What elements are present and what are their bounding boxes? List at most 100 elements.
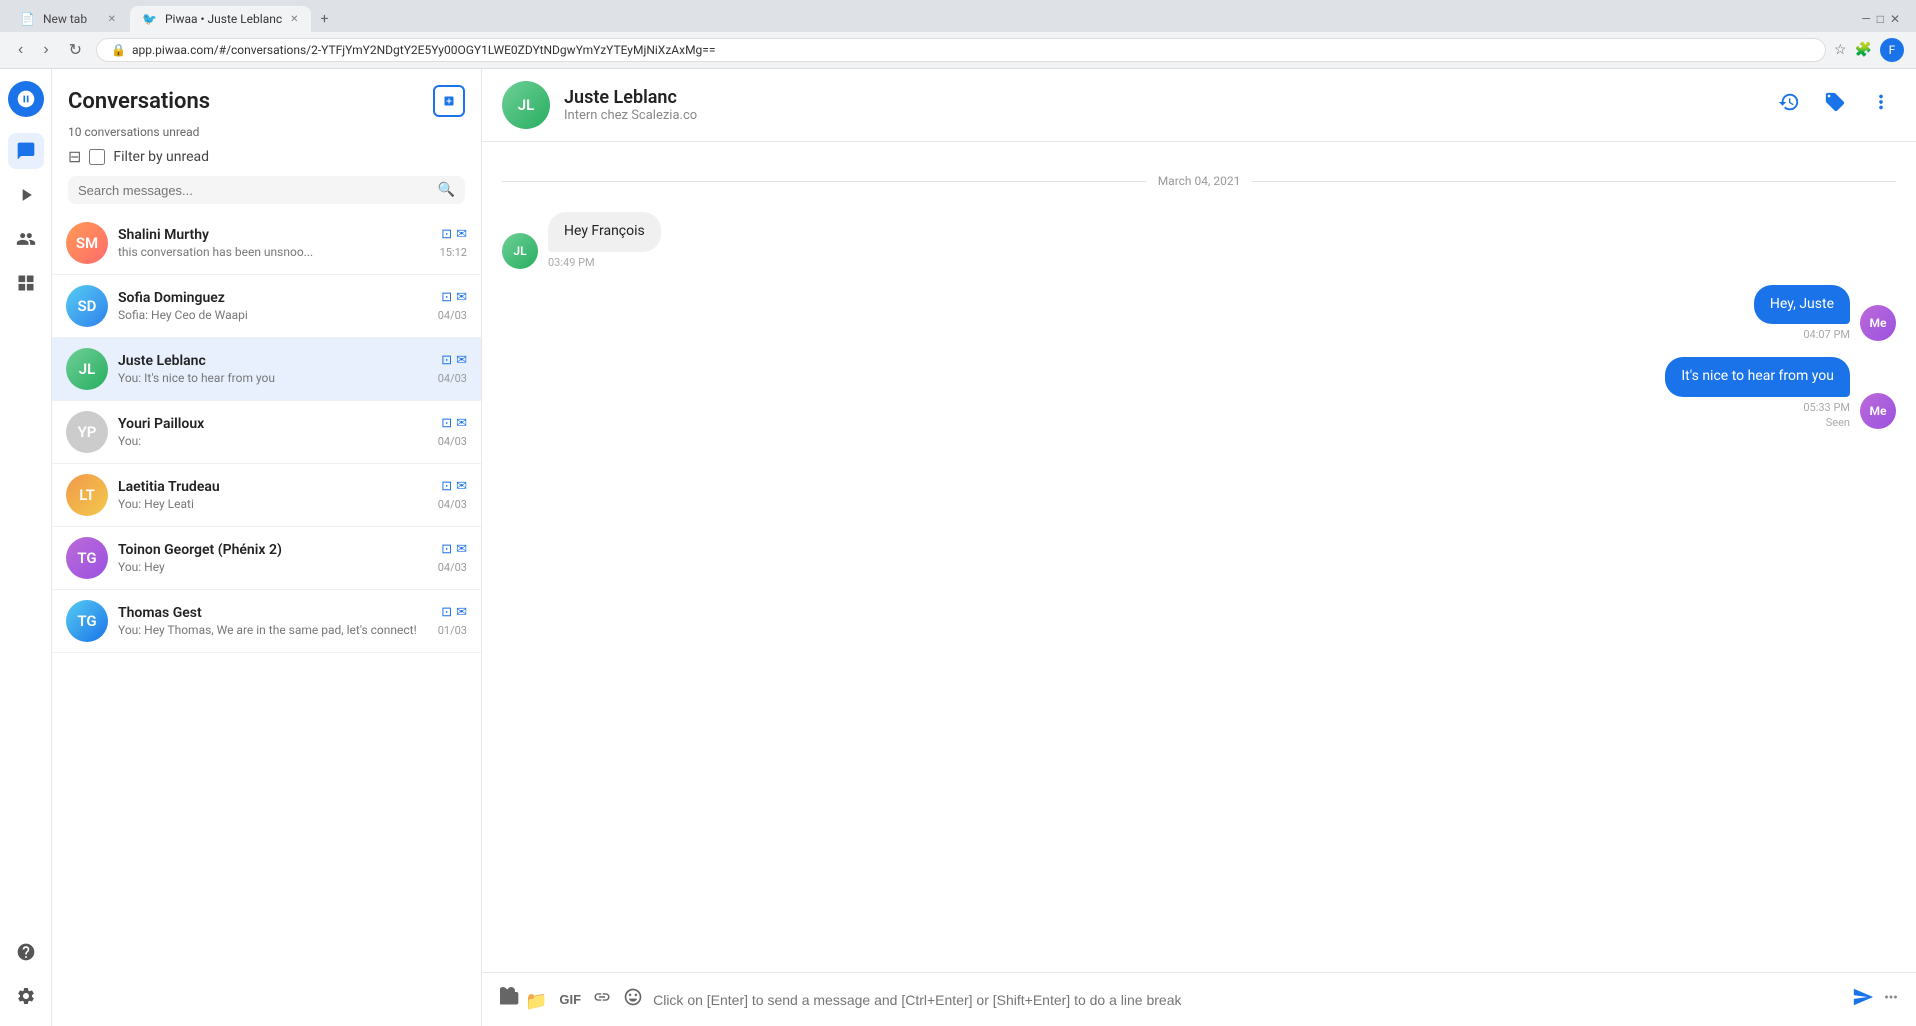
link-button[interactable] xyxy=(591,986,613,1013)
message-row: It's nice to hear from you 05:33 PM Seen… xyxy=(502,357,1896,429)
email-icon: ✉ xyxy=(456,353,467,368)
list-item[interactable]: YP Youri Pailloux You: ⊡ ✉ 04/03 xyxy=(52,401,481,464)
avatar: LT xyxy=(66,474,108,516)
extension-icon[interactable]: 🧩 xyxy=(1855,42,1872,58)
browser-chrome: 📄 New tab ✕ 🐦 Piwaa • Juste Leblanc ✕ + … xyxy=(0,0,1916,69)
conv-name: Youri Pailloux xyxy=(118,416,428,432)
message-input[interactable] xyxy=(653,992,1844,1008)
message-row: JL Hey François 03:49 PM xyxy=(502,212,1896,269)
attach-file-button[interactable]: 📁 xyxy=(498,985,549,1014)
email-icon: ✉ xyxy=(456,605,467,620)
app-logo[interactable] xyxy=(8,81,44,117)
tab-close-icon[interactable]: ✕ xyxy=(290,14,298,25)
archive-icon: ⊡ xyxy=(441,227,452,242)
conv-info: Thomas Gest You: Hey Thomas, We are in t… xyxy=(118,605,428,637)
forward-button[interactable]: › xyxy=(37,39,54,61)
url-bar[interactable]: 🔒 app.piwaa.com/#/conversations/2-YTFjYm… xyxy=(96,38,1826,62)
back-button[interactable]: ‹ xyxy=(12,39,29,61)
tab-piwaa[interactable]: 🐦 Piwaa • Juste Leblanc ✕ xyxy=(130,6,311,32)
conv-icons: ⊡ ✉ xyxy=(441,353,467,368)
conv-preview: You: Hey Leati xyxy=(118,497,428,511)
sidebar-item-chat[interactable] xyxy=(8,133,44,169)
filter-unread-label[interactable]: Filter by unread xyxy=(113,149,209,165)
conv-meta: ⊡ ✉ 04/03 xyxy=(438,353,467,385)
conv-time: 04/03 xyxy=(438,498,467,511)
more-options-button[interactable] xyxy=(1866,87,1896,123)
conv-time: 04/03 xyxy=(438,309,467,322)
history-button[interactable] xyxy=(1774,87,1804,123)
message-time: 04:07 PM xyxy=(1754,328,1850,341)
chat-messages: March 04, 2021 JL Hey François 03:49 PM … xyxy=(482,142,1916,972)
minimize-icon[interactable]: — xyxy=(1861,12,1870,26)
conv-icons: ⊡ ✉ xyxy=(441,542,467,557)
list-item[interactable]: TG Thomas Gest You: Hey Thomas, We are i… xyxy=(52,590,481,653)
list-item[interactable]: LT Laetitia Trudeau You: Hey Leati ⊡ ✉ 0… xyxy=(52,464,481,527)
avatar: TG xyxy=(66,537,108,579)
filter-icon[interactable]: ⊟ xyxy=(68,147,81,166)
list-item[interactable]: TG Toinon Georget (Phénix 2) You: Hey ⊡ … xyxy=(52,527,481,590)
unread-count: 10 conversations unread xyxy=(68,125,465,139)
conv-time: 04/03 xyxy=(438,372,467,385)
conv-icons: ⊡ ✉ xyxy=(441,416,467,431)
message-bubble-wrap: Hey, Juste 04:07 PM xyxy=(1754,285,1850,342)
conversation-list: SM Shalini Murthy this conversation has … xyxy=(52,212,481,1026)
tab-bar: 📄 New tab ✕ 🐦 Piwaa • Juste Leblanc ✕ + … xyxy=(0,0,1916,32)
refresh-button[interactable]: ↻ xyxy=(63,38,88,62)
conv-preview: Sofia: Hey Ceo de Waapi xyxy=(118,308,428,322)
tab-close-icon[interactable]: ✕ xyxy=(108,14,116,25)
emoji-button[interactable] xyxy=(621,985,645,1014)
conversations-title: Conversations xyxy=(68,89,210,114)
message-row: Hey, Juste 04:07 PM Me xyxy=(502,285,1896,342)
sidebar-item-people[interactable] xyxy=(8,221,44,257)
tab-new-tab[interactable]: 📄 New tab ✕ xyxy=(8,6,128,32)
search-icon[interactable]: 🔍 xyxy=(438,182,455,198)
chat-input-area: 📁 GIF xyxy=(482,972,1916,1026)
message-bubble-wrap: It's nice to hear from you 05:33 PM Seen xyxy=(1665,357,1850,429)
sidebar-item-play[interactable] xyxy=(8,177,44,213)
address-bar: ‹ › ↻ 🔒 app.piwaa.com/#/conversations/2-… xyxy=(0,32,1916,68)
conv-meta: ⊡ ✉ 04/03 xyxy=(438,290,467,322)
chat-contact-avatar: JL xyxy=(502,81,550,129)
input-more-button[interactable] xyxy=(1882,988,1900,1011)
conv-meta: ⊡ ✉ 04/03 xyxy=(438,479,467,511)
sidebar-item-grid[interactable] xyxy=(8,265,44,301)
profile-icon[interactable]: F xyxy=(1880,38,1904,62)
conv-meta: ⊡ ✉ 04/03 xyxy=(438,416,467,448)
message-time: 03:49 PM xyxy=(548,256,661,269)
close-icon[interactable]: ✕ xyxy=(1890,12,1900,26)
conversations-panel: Conversations 10 conversations unread ⊟ … xyxy=(52,69,482,1026)
new-tab-button[interactable]: + xyxy=(313,7,337,31)
list-item[interactable]: JL Juste Leblanc You: It's nice to hear … xyxy=(52,338,481,401)
sidebar-item-help[interactable] xyxy=(8,934,44,970)
conv-time: 04/03 xyxy=(438,435,467,448)
avatar: SD xyxy=(66,285,108,327)
tag-button[interactable] xyxy=(1820,87,1850,123)
conv-meta: ⊡ ✉ 04/03 xyxy=(438,542,467,574)
gif-button[interactable]: GIF xyxy=(557,990,583,1009)
send-button[interactable] xyxy=(1852,986,1874,1014)
conv-name: Laetitia Trudeau xyxy=(118,479,428,495)
sidebar-item-settings[interactable] xyxy=(8,978,44,1014)
icon-sidebar xyxy=(0,69,52,1026)
list-item[interactable]: SM Shalini Murthy this conversation has … xyxy=(52,212,481,275)
bookmark-icon[interactable]: ☆ xyxy=(1834,42,1847,58)
avatar: YP xyxy=(66,411,108,453)
list-item[interactable]: SD Sofia Dominguez Sofia: Hey Ceo de Waa… xyxy=(52,275,481,338)
message-bubble: Hey, Juste xyxy=(1754,285,1850,325)
message-avatar: JL xyxy=(502,233,538,269)
tab-label: New tab xyxy=(43,12,87,26)
conv-info: Toinon Georget (Phénix 2) You: Hey xyxy=(118,542,428,574)
archive-icon: ⊡ xyxy=(441,416,452,431)
conversations-header: Conversations 10 conversations unread ⊟ … xyxy=(52,69,481,212)
archive-icon: ⊡ xyxy=(441,605,452,620)
chat-area: JL Juste Leblanc Intern chez Scalezia.co xyxy=(482,69,1916,1026)
archive-icon: ⊡ xyxy=(441,353,452,368)
conv-name: Toinon Georget (Phénix 2) xyxy=(118,542,428,558)
filter-unread-checkbox[interactable] xyxy=(89,149,105,165)
conv-icons: ⊡ ✉ xyxy=(441,227,467,242)
new-conversation-button[interactable] xyxy=(433,85,465,117)
email-icon: ✉ xyxy=(456,542,467,557)
date-divider: March 04, 2021 xyxy=(502,174,1896,188)
maximize-icon[interactable]: □ xyxy=(1877,12,1884,26)
search-input[interactable] xyxy=(78,183,430,198)
